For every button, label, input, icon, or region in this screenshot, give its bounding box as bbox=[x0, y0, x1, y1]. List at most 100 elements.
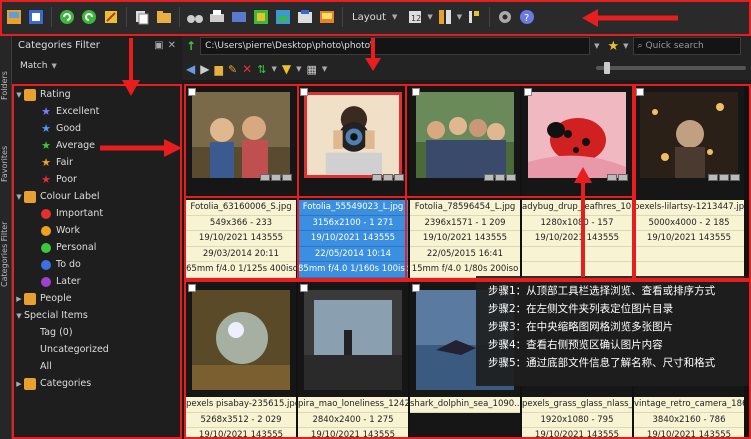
collapse-icon[interactable]: ▶ bbox=[14, 380, 24, 388]
tree-item-label: To do bbox=[56, 259, 81, 270]
tree-item-label: Uncategorized bbox=[40, 344, 109, 355]
arrow-preview bbox=[574, 167, 592, 277]
select-checkbox[interactable] bbox=[188, 88, 196, 96]
rotate-right-icon[interactable] bbox=[79, 7, 99, 27]
close-icon[interactable]: ✕ bbox=[168, 40, 176, 51]
fullscreen-icon[interactable] bbox=[26, 7, 46, 27]
collapse-icon[interactable]: ▶ bbox=[14, 295, 24, 303]
move-icon[interactable] bbox=[154, 7, 174, 27]
thumbnail-cell[interactable]: pira_mao_loneliness_12427... 2840x2400 -… bbox=[298, 282, 408, 439]
tab-categories-filter[interactable]: Categories Filter bbox=[0, 209, 12, 299]
tree-item[interactable]: ★ Excellent bbox=[14, 103, 180, 120]
favorite-star-icon[interactable]: ★ bbox=[607, 39, 619, 54]
wallpaper-icon[interactable] bbox=[317, 7, 337, 27]
thumbnail-size-slider[interactable] bbox=[596, 62, 746, 74]
tree-item[interactable]: Important bbox=[14, 205, 180, 222]
chevron-down-icon[interactable]: ▼ bbox=[457, 13, 462, 21]
chevron-down-icon[interactable]: ▼ bbox=[296, 65, 301, 73]
thumbnail-image[interactable] bbox=[640, 92, 738, 178]
tree-item[interactable]: Personal bbox=[14, 239, 180, 256]
slideshow-icon[interactable] bbox=[273, 7, 293, 27]
tree-item[interactable]: ★ Good bbox=[14, 120, 180, 137]
convert-icon[interactable] bbox=[251, 7, 271, 27]
select-checkbox[interactable] bbox=[412, 88, 420, 96]
tree-item-label: Later bbox=[56, 276, 81, 287]
tree-item[interactable]: To do bbox=[14, 256, 180, 273]
step-4: 步骤4：查看右侧预览区确认图片内容 bbox=[488, 339, 663, 351]
chevron-down-icon[interactable]: ▼ bbox=[427, 13, 432, 21]
thumbnail-cell[interactable]: pexels pisabay-235615.jpg 5268x3512 - 2 … bbox=[186, 282, 296, 439]
thumbnail-image[interactable] bbox=[192, 92, 290, 178]
gear-icon[interactable] bbox=[495, 7, 515, 27]
delete-icon[interactable]: ✕ bbox=[242, 62, 252, 76]
select-checkbox[interactable] bbox=[412, 284, 420, 292]
chevron-down-icon[interactable]: ▼ bbox=[392, 13, 397, 21]
select-checkbox[interactable] bbox=[524, 88, 532, 96]
tree-item-label: People bbox=[40, 293, 72, 304]
tree-item[interactable]: All bbox=[14, 358, 180, 375]
file-date-taken: 22/05/2015 16:41 bbox=[410, 246, 520, 262]
expand-icon[interactable]: ▼ bbox=[14, 91, 24, 99]
select-checkbox[interactable] bbox=[188, 284, 196, 292]
copy-icon[interactable] bbox=[132, 7, 152, 27]
chevron-down-icon[interactable]: ▼ bbox=[322, 65, 327, 73]
new-folder-icon[interactable]: ▆ bbox=[214, 63, 222, 76]
filter-icon[interactable]: ▼ bbox=[282, 62, 291, 76]
tree-item[interactable]: Tag (0) bbox=[14, 324, 180, 341]
scan-icon[interactable] bbox=[229, 7, 249, 27]
chevron-down-icon[interactable]: ▼ bbox=[623, 42, 628, 50]
tree-item[interactable]: Uncategorized bbox=[14, 341, 180, 358]
dot-icon bbox=[40, 242, 52, 254]
back-icon[interactable]: ◀ bbox=[186, 62, 195, 76]
sort-order-icon[interactable]: ⇅ bbox=[257, 63, 266, 76]
rotate-left-icon[interactable] bbox=[57, 7, 77, 27]
match-dropdown[interactable]: Match ▼ bbox=[12, 56, 182, 76]
thumbnail-image[interactable] bbox=[304, 92, 402, 178]
expand-icon[interactable]: ▼ bbox=[14, 193, 24, 201]
quick-search-input[interactable]: ⌕ Quick search bbox=[632, 37, 741, 55]
grid-view-icon[interactable]: ▦ bbox=[306, 63, 316, 76]
tab-favorites[interactable]: Favorites bbox=[0, 134, 12, 194]
chevron-down-icon[interactable]: ▼ bbox=[271, 65, 276, 73]
binoculars-icon[interactable] bbox=[185, 7, 205, 27]
tree-item[interactable]: ▼ Special Items bbox=[14, 307, 180, 324]
forward-icon[interactable]: ▶ bbox=[200, 62, 209, 76]
thumbnail-image[interactable] bbox=[192, 290, 290, 390]
layout-menu[interactable]: Layout bbox=[348, 12, 390, 23]
tab-folders[interactable]: Folders bbox=[0, 56, 12, 116]
tree-item-label: Poor bbox=[56, 174, 77, 185]
tag-edit-icon[interactable]: ✎ bbox=[228, 63, 237, 76]
thumbnail-image[interactable] bbox=[304, 290, 402, 390]
thumbnail-cell[interactable]: pexels-lilartsy-1213447.jpg 5000x4000 - … bbox=[634, 86, 744, 280]
thumbnail-cell[interactable]: Fotolia_78596454_L.jpg 2396x1571 - 1 209… bbox=[410, 86, 520, 280]
thumbnail-cell[interactable]: Fotolia_63160006_S.jpg 549x366 - 233 19/… bbox=[186, 86, 296, 280]
edit-icon[interactable] bbox=[101, 7, 121, 27]
chevron-down-icon[interactable]: ▼ bbox=[594, 42, 599, 50]
select-checkbox[interactable] bbox=[300, 88, 308, 96]
slider-handle[interactable] bbox=[604, 62, 610, 74]
thumbnail-cell-selected[interactable]: Fotolia_55549023_L.jpg 3156x2100 - 1 271… bbox=[298, 86, 408, 280]
view-mode-icon[interactable] bbox=[435, 7, 455, 27]
sort-icon[interactable]: 12 bbox=[405, 7, 425, 27]
file-date: 19/10/2021 143555 bbox=[634, 231, 744, 247]
tree-item[interactable]: ★ Poor bbox=[14, 171, 180, 188]
expand-icon[interactable]: ▼ bbox=[14, 312, 24, 320]
browser-icon[interactable] bbox=[4, 7, 24, 27]
path-field[interactable]: C:\Users\pierre\Desktop\photo\photo\ bbox=[200, 37, 591, 55]
tree-item[interactable]: ▶ Categories bbox=[14, 375, 180, 392]
arrow-folder-panel bbox=[122, 38, 140, 96]
tree-item[interactable]: Work bbox=[14, 222, 180, 239]
tree-item[interactable]: ▼ Rating bbox=[14, 86, 180, 103]
tag-icon[interactable] bbox=[464, 7, 484, 27]
pin-icon[interactable]: ▣ bbox=[154, 40, 163, 51]
email-icon[interactable] bbox=[295, 7, 315, 27]
select-checkbox[interactable] bbox=[636, 88, 644, 96]
thumbnail-image[interactable] bbox=[416, 92, 514, 178]
tree-item[interactable]: Later bbox=[14, 273, 180, 290]
tree-item[interactable]: ▼ Colour Label bbox=[14, 188, 180, 205]
select-checkbox[interactable] bbox=[300, 284, 308, 292]
up-folder-icon[interactable]: ↑ bbox=[186, 39, 196, 53]
print-icon[interactable] bbox=[207, 7, 227, 27]
help-icon[interactable]: ? bbox=[517, 7, 537, 27]
tree-item[interactable]: ▶ People bbox=[14, 290, 180, 307]
